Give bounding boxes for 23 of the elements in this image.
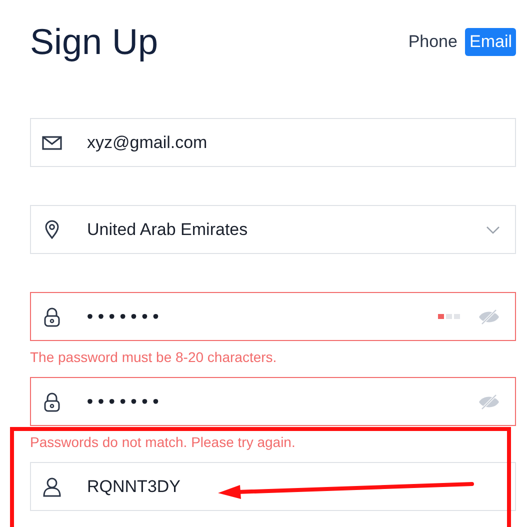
- password-field[interactable]: •••••••: [30, 377, 516, 426]
- padlock-icon: [44, 306, 60, 326]
- tab[interactable]: Phone: [404, 28, 462, 56]
- field-value: •••••••: [87, 306, 164, 328]
- eye-slash-icon[interactable]: [478, 308, 500, 324]
- referral-field[interactable]: RQNNT3DY: [30, 462, 516, 511]
- location-pin-icon: [45, 220, 59, 239]
- mail-icon: [42, 136, 62, 150]
- person-icon: [43, 476, 61, 496]
- field-value: •••••••: [87, 390, 164, 413]
- padlock-icon: [44, 392, 60, 412]
- field-value: United Arab Emirates: [87, 218, 248, 241]
- chevron-down-icon[interactable]: [486, 226, 500, 234]
- password-field[interactable]: •••••••: [30, 292, 516, 341]
- tab[interactable]: Email: [465, 28, 516, 56]
- email-field[interactable]: xyz@gmail.com: [30, 118, 516, 167]
- error-message: Passwords do not match. Please try again.: [30, 433, 296, 452]
- eye-slash-icon[interactable]: [478, 394, 500, 410]
- field-value: RQNNT3DY: [87, 476, 181, 498]
- country-select[interactable]: United Arab Emirates: [30, 205, 516, 254]
- page-title: Sign Up: [30, 20, 158, 64]
- field-value: xyz@gmail.com: [87, 132, 208, 154]
- error-message: The password must be 8-20 characters.: [30, 348, 278, 367]
